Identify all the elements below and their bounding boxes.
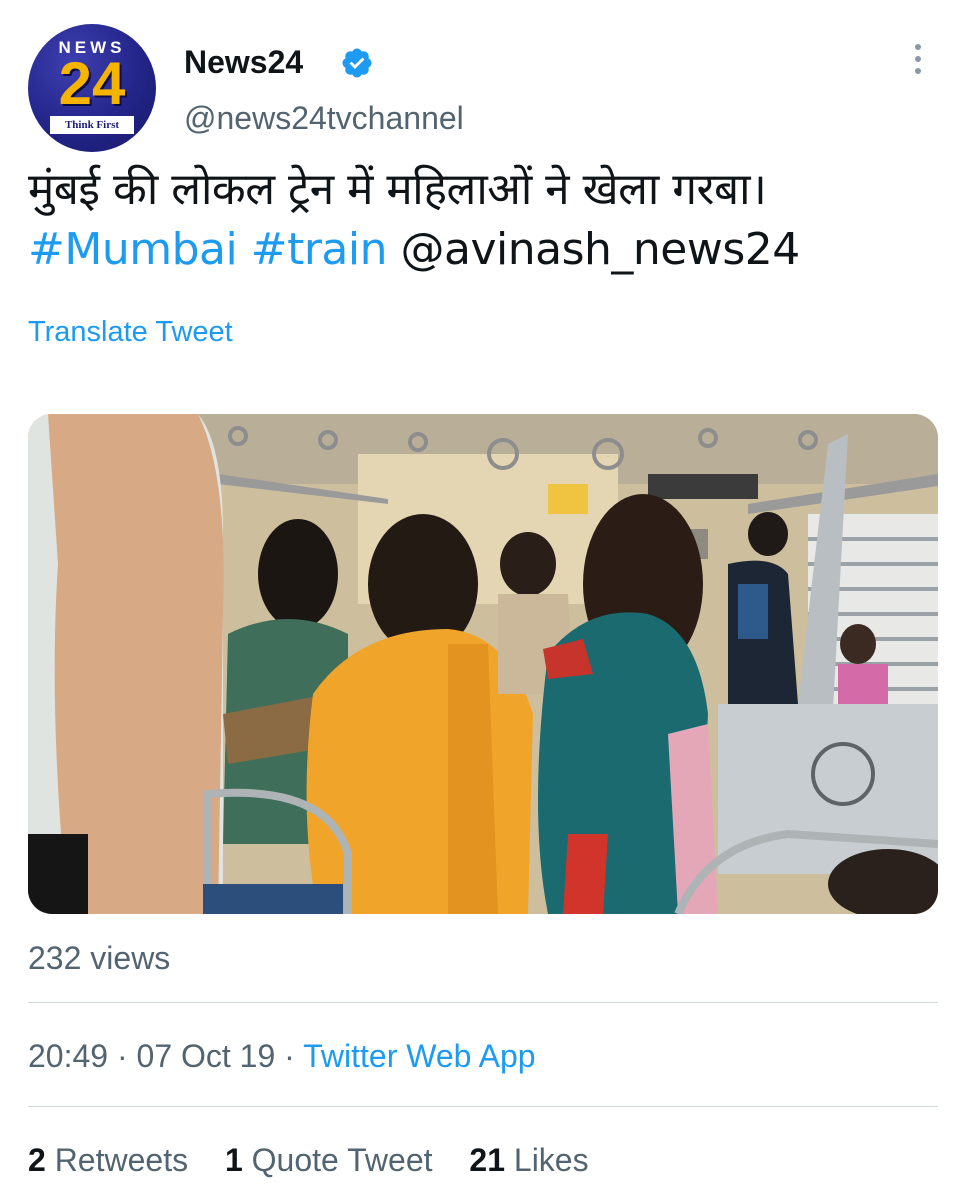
more-options-icon[interactable] — [908, 44, 928, 84]
likes-label: Likes — [513, 1142, 589, 1178]
likes-count: 21 — [469, 1142, 505, 1178]
verified-badge-icon — [342, 48, 372, 78]
meta-separator: · — [284, 1038, 295, 1074]
retweets-count: 2 — [28, 1142, 46, 1178]
avatar[interactable]: NEWS 24 Think First — [28, 24, 156, 152]
tweet-text-main: मुंबई की लोकल ट्रेन में महिलाओं ने खेला … — [28, 164, 767, 215]
author-handle[interactable]: @news24tvchannel — [184, 98, 464, 138]
meta-separator: · — [116, 1038, 128, 1074]
quote-tweets-count: 1 — [224, 1142, 243, 1178]
tweet-date[interactable]: 07 Oct 19 — [137, 1038, 276, 1074]
avatar-logo-tagline: Think First — [50, 116, 134, 134]
retweets-stat[interactable]: 2 Retweets — [28, 1142, 188, 1178]
divider — [28, 1106, 938, 1107]
avatar-logo-number: 24 — [58, 50, 126, 117]
hashtag-link[interactable]: #train — [251, 224, 388, 275]
likes-stat[interactable]: 21 Likes — [469, 1142, 588, 1178]
engagement-stats: 2 Retweets 1 Quote Tweet 21 Likes — [28, 1138, 617, 1182]
quote-tweets-stat[interactable]: 1 Quote Tweet — [225, 1142, 433, 1178]
video-frame-image — [28, 414, 938, 914]
tweet-source-link[interactable]: Twitter Web App — [303, 1038, 535, 1074]
tweet-video[interactable] — [28, 414, 938, 914]
retweets-label: Retweets — [54, 1142, 189, 1178]
hashtag-link[interactable]: #Mumbai — [28, 224, 238, 275]
translate-tweet-link[interactable]: Translate Tweet — [28, 314, 233, 350]
tweet-text: मुंबई की लोकल ट्रेन में महिलाओं ने खेला … — [28, 160, 938, 280]
divider — [28, 1002, 938, 1003]
mention-link[interactable]: @avinash_news24 — [401, 224, 801, 275]
quote-tweets-label: Quote Tweet — [251, 1142, 433, 1178]
tweet-meta: 20:49 · 07 Oct 19 · Twitter Web App — [28, 1034, 536, 1078]
tweet-time[interactable]: 20:49 — [28, 1038, 108, 1074]
view-count: 232 views — [28, 940, 171, 976]
author-name[interactable]: News24 — [184, 42, 303, 82]
